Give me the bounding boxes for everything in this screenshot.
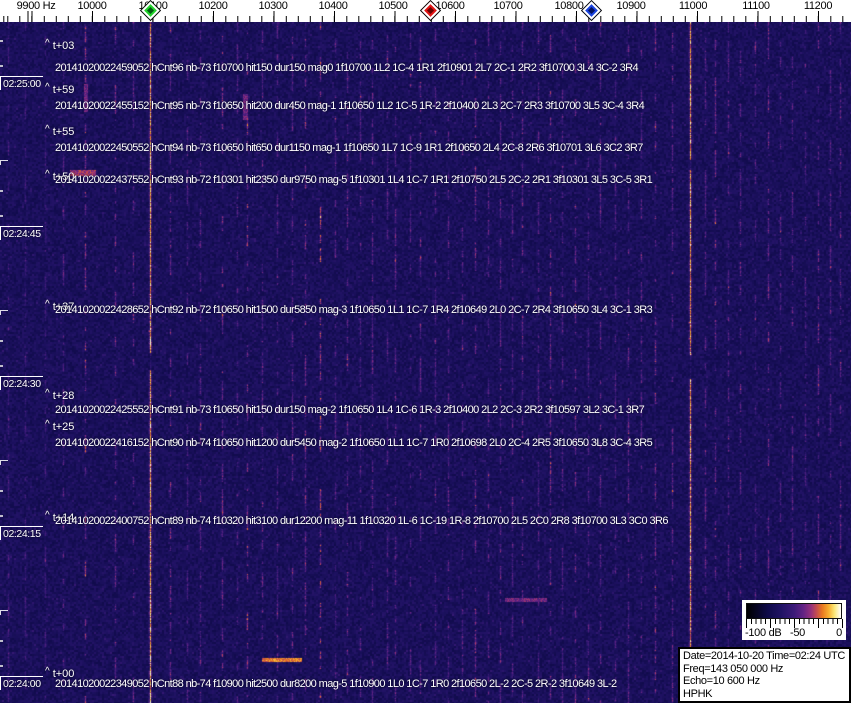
time-label: 02:24:15 — [0, 526, 43, 540]
time-small-tick — [0, 40, 3, 42]
event-time-offset-label: ^ t+03 — [45, 38, 75, 52]
info-date-line: Date=2014-10-20 Time=02:24 UTC — [683, 650, 845, 662]
db-label-max: 0 — [836, 627, 842, 639]
spectrogram-canvas — [0, 22, 851, 703]
frequency-tick-label: 10900 — [616, 0, 646, 12]
event-caret-icon: ^ — [45, 419, 50, 430]
event-data-line: 20141020022416152 hCnt90 nb-74 f10650 hi… — [55, 437, 653, 449]
time-small-tick — [0, 340, 3, 342]
event-caret-icon: ^ — [45, 388, 50, 399]
time-mid-tick — [0, 460, 8, 465]
event-offset-text: t+28 — [52, 390, 75, 402]
time-small-tick — [0, 490, 3, 492]
time-small-tick — [0, 65, 3, 67]
frequency-tick-label: 11100 — [742, 0, 770, 12]
event-offset-text: t+55 — [52, 126, 75, 138]
status-info-box: Date=2014-10-20 Time=02:24 UTC Freq=143 … — [678, 647, 851, 703]
event-offset-text: t+59 — [52, 84, 75, 96]
event-data-line: 20141020022349052 hCnt88 nb-74 f10900 hi… — [55, 678, 617, 690]
event-offset-text: t+25 — [52, 421, 75, 433]
event-data-line: 20141020022400752 hCnt89 nb-74 f10320 hi… — [55, 515, 668, 527]
info-station-line: HPHK — [683, 688, 713, 701]
frequency-tick-label: 10400 — [318, 0, 348, 12]
time-small-tick — [0, 640, 3, 642]
time-small-tick — [0, 190, 3, 192]
frequency-tick-label: 10200 — [198, 0, 228, 12]
time-label: 02:24:30 — [0, 376, 43, 390]
info-freq-line: Freq=143 050 000 Hz — [683, 662, 784, 675]
marker-diamond-core — [587, 6, 596, 15]
event-data-line: 20141020022428652 hCnt92 nb-72 f10650 hi… — [55, 304, 653, 316]
time-small-tick — [0, 665, 3, 667]
event-data-line: 20141020022450552 hCnt94 nb-73 f10650 hi… — [55, 142, 643, 154]
frequency-ticks-minor — [0, 16, 851, 22]
event-caret-icon: ^ — [45, 82, 50, 93]
db-scale-legend: -100 dB -50 0 — [742, 600, 846, 640]
spectrogram-window: 9900 Hz100001010010200103001040010500106… — [0, 0, 851, 703]
event-time-offset-label: ^ t+59 — [45, 82, 75, 96]
db-label-mid: -50 — [790, 627, 805, 639]
frequency-tick-label: 9900 Hz — [16, 0, 56, 12]
frequency-tick-label: 10800 — [554, 0, 584, 12]
time-small-tick — [0, 515, 3, 517]
time-label: 02:25:00 — [0, 76, 43, 90]
event-time-offset-label: ^ t+25 — [45, 419, 75, 433]
event-offset-text: t+03 — [52, 40, 75, 52]
event-caret-icon: ^ — [45, 124, 50, 135]
marker-diamond-blue[interactable] — [582, 1, 601, 20]
db-label-min: -100 dB — [745, 627, 782, 639]
frequency-tick-label: 10700 — [493, 0, 523, 12]
db-gradient-bar — [746, 603, 842, 619]
event-caret-icon: ^ — [45, 38, 50, 49]
frequency-tick-label: 11200 — [803, 0, 833, 12]
event-caret-icon: ^ — [45, 299, 50, 310]
event-data-line: 20141020022459052 hCnt96 nb-73 f10700 hi… — [55, 62, 639, 74]
frequency-scale: 9900 Hz100001010010200103001040010500106… — [0, 0, 851, 22]
event-data-line: 20141020022455152 hCnt95 nb-73 f10650 hi… — [55, 100, 645, 112]
time-small-tick — [0, 365, 3, 367]
frequency-tick-label: 10300 — [258, 0, 288, 12]
frequency-tick-label: 11000 — [678, 0, 708, 12]
event-time-offset-label: ^ t+55 — [45, 124, 75, 138]
event-time-offset-label: ^ t+28 — [45, 388, 75, 402]
time-mid-tick — [0, 160, 8, 165]
time-small-tick — [0, 215, 3, 217]
marker-diamond-core — [146, 6, 155, 15]
event-caret-icon: ^ — [45, 169, 50, 180]
db-scale-labels: -100 dB -50 0 — [742, 627, 846, 640]
time-mid-tick — [0, 610, 8, 615]
event-data-line: 20141020022425552 hCnt91 nb-73 f10650 hi… — [55, 404, 645, 416]
frequency-tick-label: 10500 — [378, 0, 408, 12]
event-caret-icon: ^ — [45, 510, 50, 521]
event-data-line: 20141020022437552 hCnt93 nb-72 f10301 hi… — [55, 174, 653, 186]
time-label: 02:24:45 — [0, 226, 43, 240]
marker-diamond-core — [426, 6, 435, 15]
event-caret-icon: ^ — [45, 666, 50, 677]
time-mid-tick — [0, 310, 8, 315]
frequency-tick-label: 10000 — [77, 0, 107, 12]
time-label: 02:24:00 — [0, 676, 43, 690]
info-echo-line: Echo=10 600 Hz — [683, 675, 760, 688]
